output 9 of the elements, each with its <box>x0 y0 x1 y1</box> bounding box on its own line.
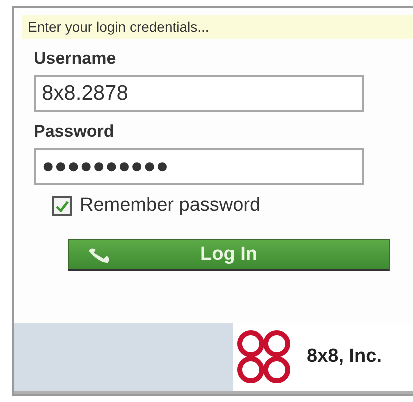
input-field[interactable]: ●●●●●●●●●● <box>34 148 364 185</box>
company-name: 8x8, Inc. <box>307 346 382 368</box>
input-field[interactable]: 8x8.2878 <box>34 75 364 112</box>
field-label: Username <box>34 49 118 69</box>
checkbox[interactable] <box>52 196 72 216</box>
checkmark-icon <box>56 200 68 212</box>
instruction-banner: Enter your login credentials... <box>22 15 413 39</box>
checkbox-label: Remember password <box>80 195 261 217</box>
field-label: Password <box>34 122 116 142</box>
